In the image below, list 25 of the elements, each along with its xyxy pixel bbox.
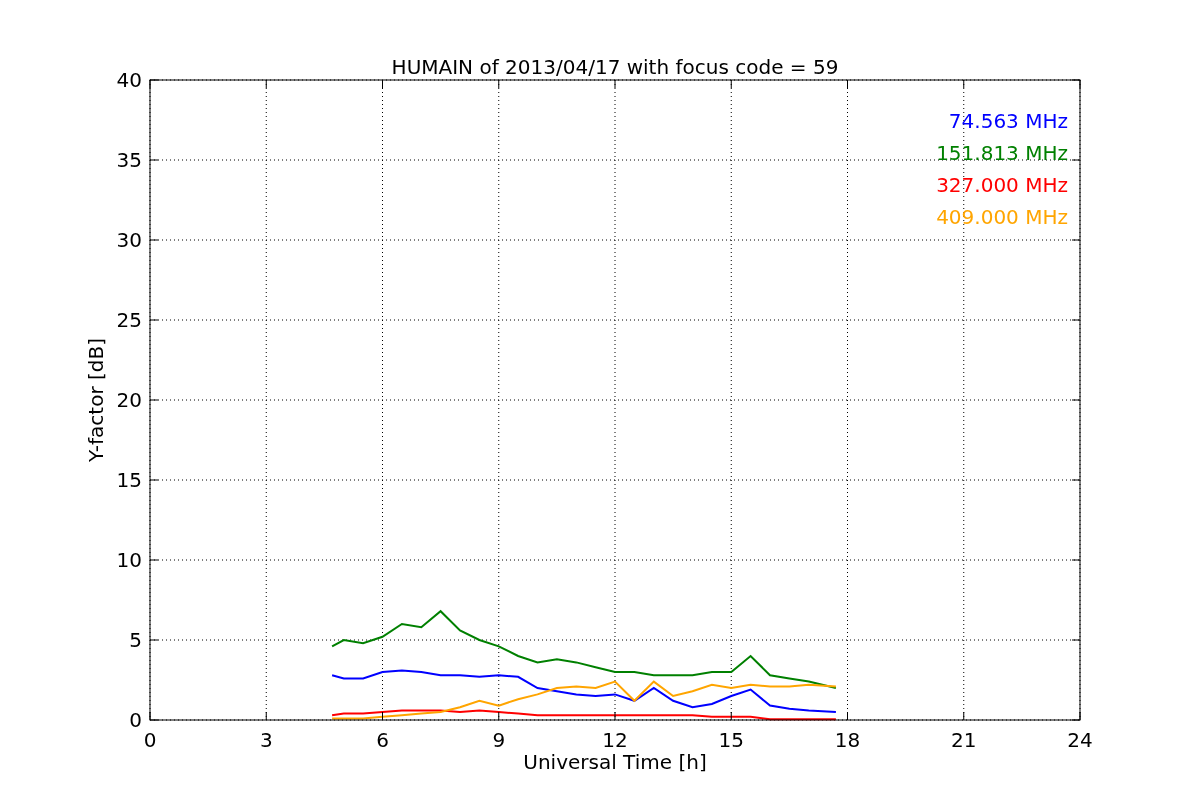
tick-label: 6 bbox=[376, 728, 389, 752]
tick-label: 9 bbox=[492, 728, 506, 752]
tick-label: 20 bbox=[116, 388, 142, 412]
tick-label: 3 bbox=[259, 728, 273, 752]
legend-label: 409.000 MHz bbox=[936, 205, 1068, 229]
tick-label: 15 bbox=[116, 468, 142, 492]
x-axis-label: Universal Time [h] bbox=[523, 750, 707, 774]
tick-label: 25 bbox=[116, 308, 142, 332]
tick-label: 15 bbox=[718, 728, 744, 752]
legend-label: 151.813 MHz bbox=[936, 141, 1068, 165]
tick-label: 5 bbox=[129, 628, 142, 652]
tick-label: 35 bbox=[116, 148, 142, 172]
tick-label: 18 bbox=[834, 728, 861, 752]
tick-label: 30 bbox=[116, 228, 142, 252]
y-axis-label: Y-factor [dB] bbox=[84, 338, 108, 462]
tick-label: 0 bbox=[129, 708, 142, 732]
tick-label: 21 bbox=[951, 728, 977, 752]
chart-title: HUMAIN of 2013/04/17 with focus code = 59 bbox=[391, 55, 839, 79]
tick-label: 0 bbox=[143, 728, 157, 752]
legend-label: 74.563 MHz bbox=[948, 109, 1068, 133]
legend-label: 327.000 MHz bbox=[936, 173, 1068, 197]
tick-label: 12 bbox=[602, 728, 628, 752]
tick-label: 40 bbox=[116, 68, 142, 92]
tick-label: 10 bbox=[116, 548, 142, 572]
tick-label: 24 bbox=[1067, 728, 1093, 752]
